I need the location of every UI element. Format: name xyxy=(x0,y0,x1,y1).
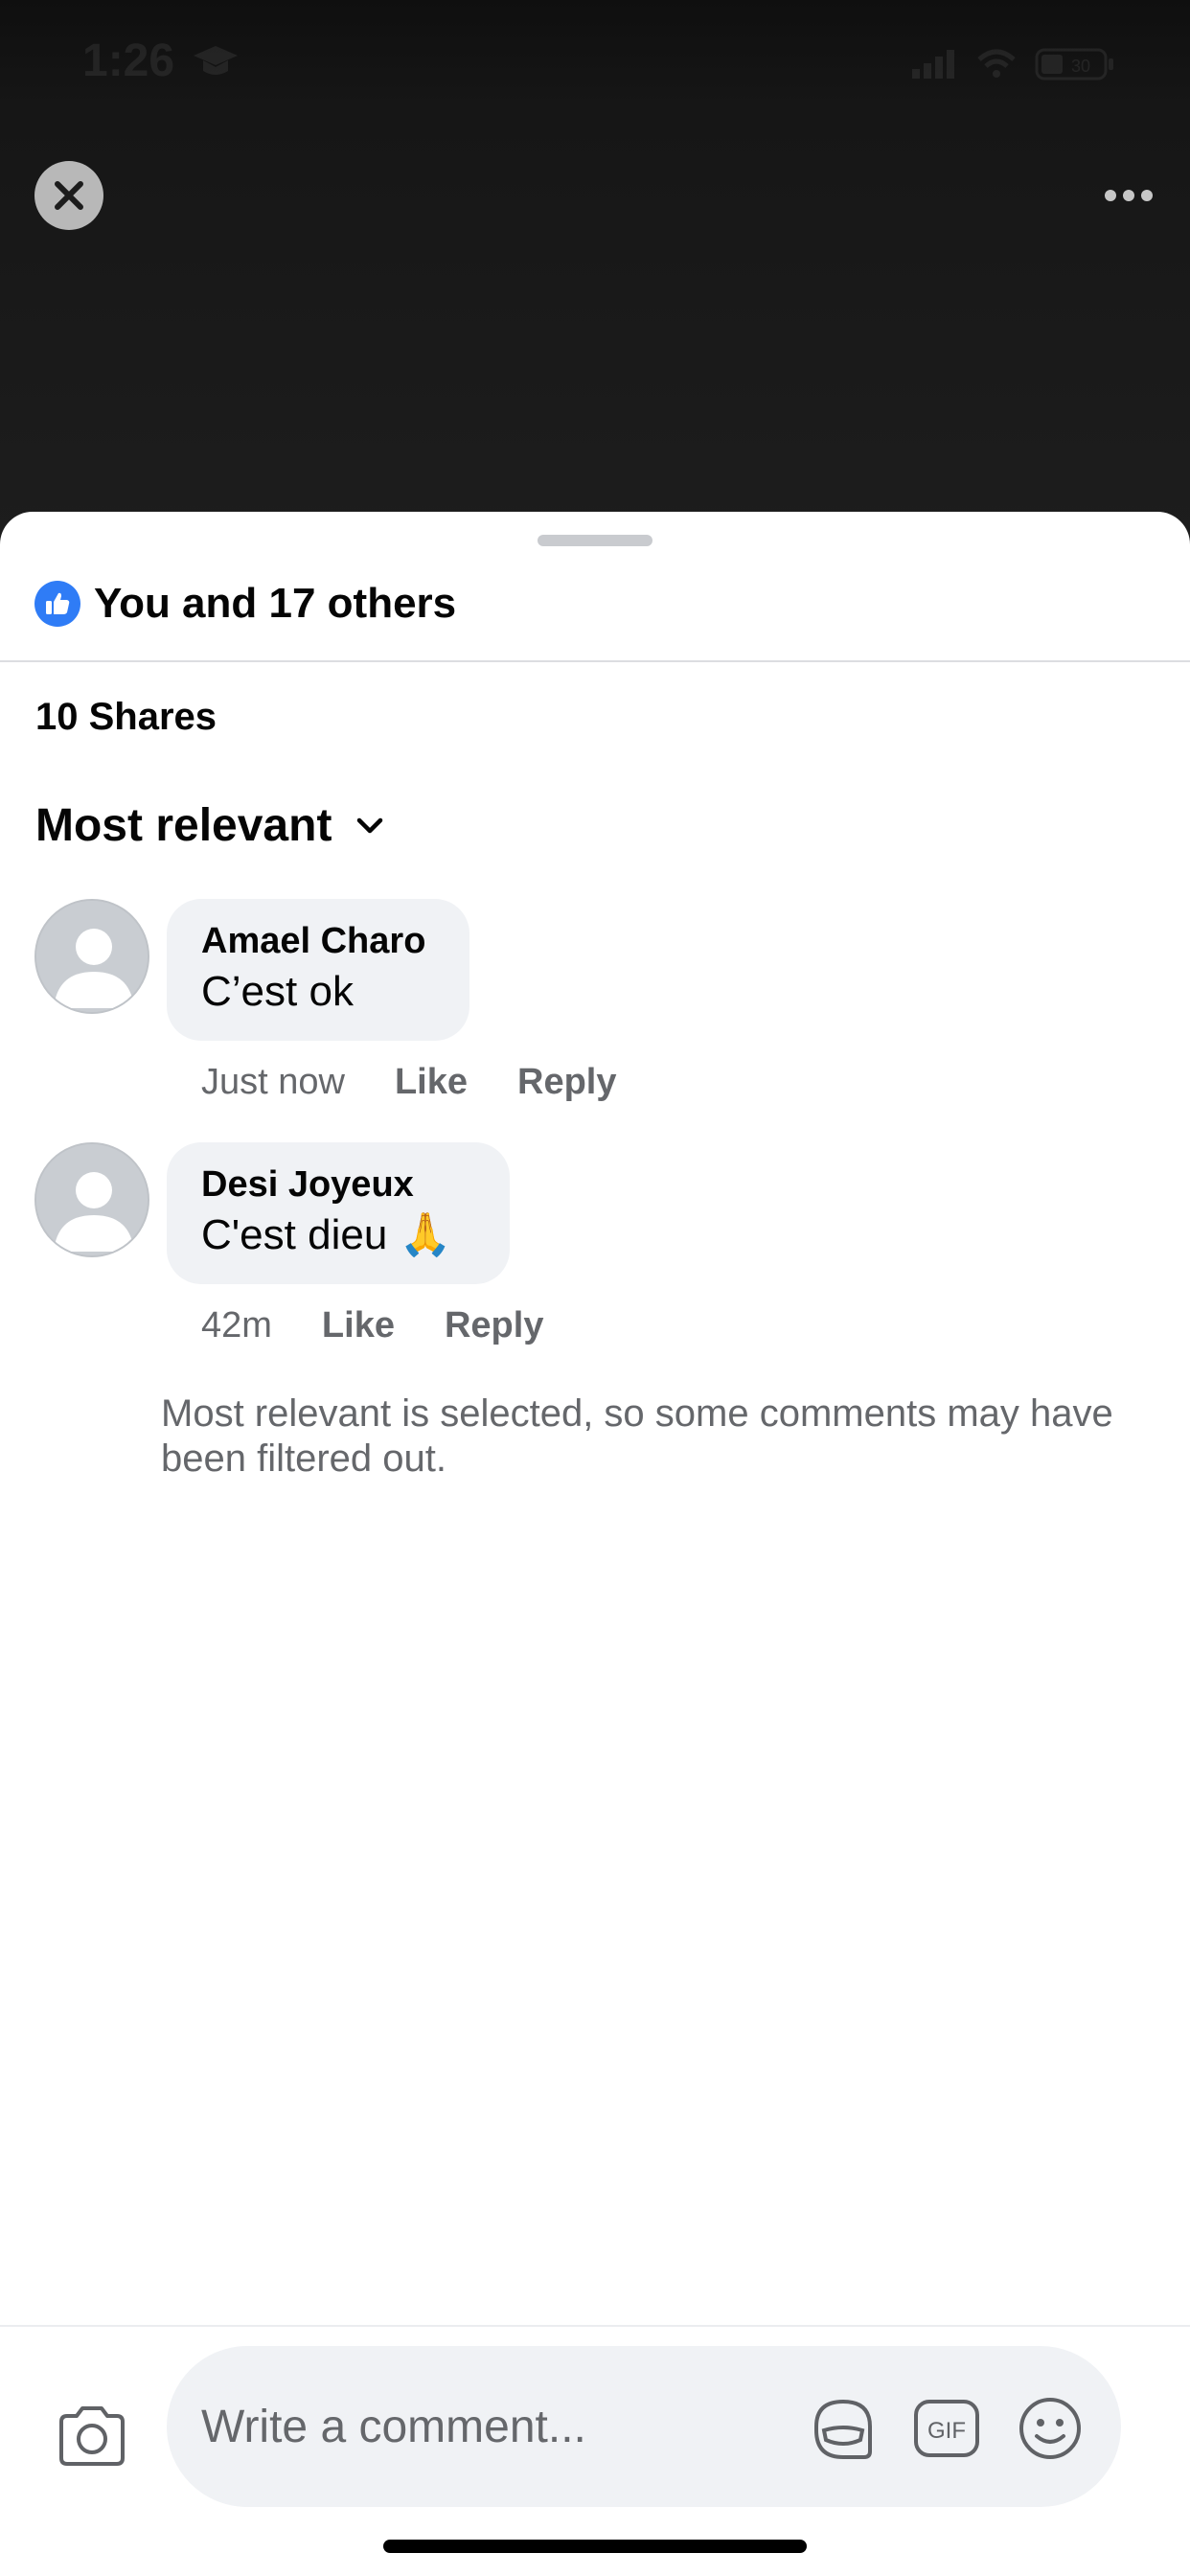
like-button[interactable]: Like xyxy=(395,1062,468,1103)
comment-author[interactable]: Amael Charo xyxy=(201,918,435,964)
default-avatar-icon xyxy=(36,901,148,1012)
comment-text: C'est dieu 🙏 xyxy=(201,1211,452,1258)
like-button[interactable]: Like xyxy=(322,1305,395,1346)
graduation-cap-icon xyxy=(194,46,238,75)
comment-time: Just now xyxy=(201,1062,345,1102)
comments-sheet: You and 17 others 10 Shares Most relevan… xyxy=(0,512,1190,2576)
close-button[interactable] xyxy=(34,161,103,230)
reactions-summary[interactable]: You and 17 others xyxy=(34,575,456,632)
filter-note: Most relevant is selected, so some comme… xyxy=(161,1392,1113,1480)
comment-text: C’est ok xyxy=(201,968,354,1015)
comment-bubble[interactable]: Desi Joyeux C'est dieu 🙏 xyxy=(167,1142,510,1284)
composer-divider xyxy=(0,2325,1190,2327)
avatar[interactable] xyxy=(34,1142,149,1257)
reply-button[interactable]: Reply xyxy=(445,1305,543,1346)
avatar[interactable] xyxy=(34,899,149,1014)
comment-author[interactable]: Desi Joyeux xyxy=(201,1162,475,1208)
status-bar: 1:26 30 xyxy=(0,0,1190,134)
comment-item: Desi Joyeux C'est dieu 🙏 42m Like Reply xyxy=(34,1142,1156,1363)
sheet-grabber[interactable] xyxy=(538,535,652,546)
camera-button[interactable] xyxy=(54,2400,130,2472)
avatar-sticker-icon[interactable] xyxy=(807,2392,880,2465)
default-avatar-icon xyxy=(36,1144,148,1255)
home-indicator[interactable] xyxy=(383,2540,807,2553)
battery-level: 30 xyxy=(1071,57,1090,76)
comment-actions: 42m Like Reply xyxy=(201,1305,593,1346)
comment-bubble[interactable]: Amael Charo C’est ok xyxy=(167,899,469,1041)
chevron-down-icon xyxy=(353,809,387,843)
comment-time: 42m xyxy=(201,1305,272,1346)
shares-count[interactable]: 10 Shares xyxy=(35,696,217,739)
divider xyxy=(0,660,1190,662)
reactions-summary-text: You and 17 others xyxy=(94,580,457,627)
media-backdrop: 1:26 30 xyxy=(0,0,1190,537)
sort-label: Most relevant xyxy=(35,800,332,851)
like-thumb-icon xyxy=(34,581,80,627)
comment-placeholder: Write a comment... xyxy=(201,2401,586,2452)
more-horizontal-icon xyxy=(1105,190,1153,201)
camera-icon xyxy=(59,2406,125,2466)
signal-wifi-battery-icon: 30 xyxy=(912,48,1113,80)
comment-item: Amael Charo C’est ok Just now Like Reply xyxy=(34,899,1156,1119)
status-time: 1:26 xyxy=(82,35,175,86)
more-options-button[interactable] xyxy=(1100,172,1157,218)
svg-text:GIF: GIF xyxy=(927,2418,966,2444)
comment-input[interactable]: Write a comment... GIF xyxy=(167,2346,1121,2507)
sort-dropdown[interactable]: Most relevant xyxy=(35,799,387,852)
close-x-icon xyxy=(55,181,83,210)
reply-button[interactable]: Reply xyxy=(517,1062,616,1103)
emoji-icon[interactable] xyxy=(1014,2392,1087,2465)
comment-actions: Just now Like Reply xyxy=(201,1062,667,1103)
gif-icon[interactable]: GIF xyxy=(910,2392,983,2465)
